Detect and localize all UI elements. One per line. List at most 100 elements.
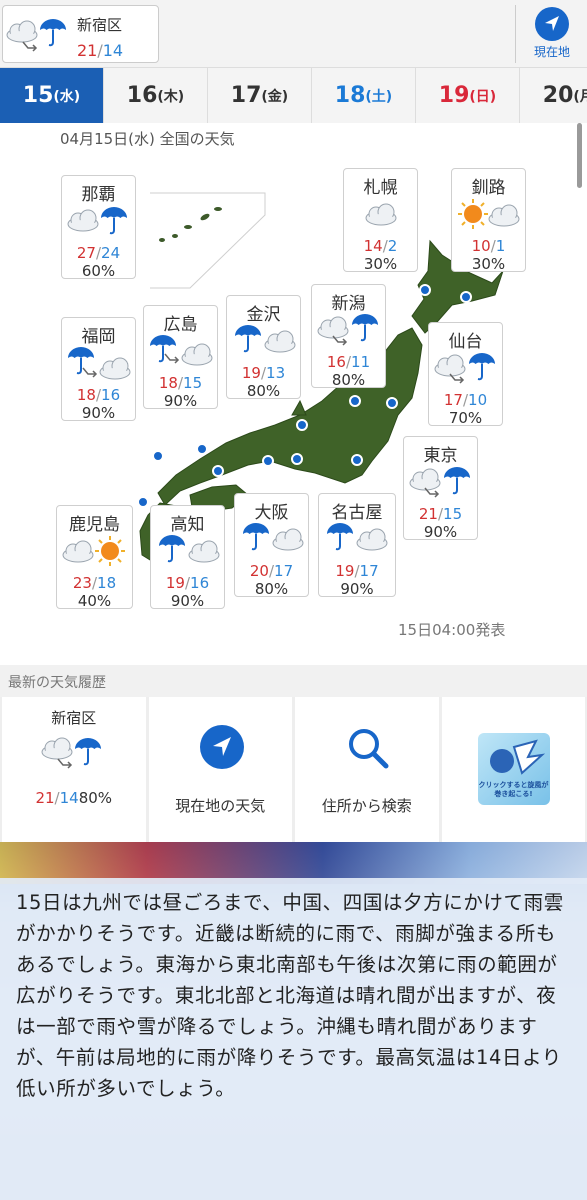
- city-kochi[interactable]: 高知 19/16 90%: [150, 505, 225, 610]
- city-temps: 21/15: [418, 505, 463, 523]
- location-name: 新宿区: [77, 16, 123, 34]
- tab-day: 17: [230, 83, 262, 108]
- city-low: 15: [443, 505, 463, 523]
- city-name: 福岡: [81, 327, 116, 347]
- date-tabs: 15(水) 16(木) 17(金) 18(土) 19(日) 20(月): [0, 68, 587, 123]
- tab-dow: (日): [469, 88, 497, 105]
- city-osaka[interactable]: 大阪 20/17 80%: [234, 493, 309, 598]
- promo-banner[interactable]: クリックすると旋風が巻き起こる!: [441, 697, 585, 842]
- city-hiroshima[interactable]: 広島 18/15 90%: [143, 305, 218, 410]
- city-high: 18: [158, 374, 178, 392]
- city-precip: 80%: [246, 382, 281, 400]
- forecast-text: 15日は九州では昼ごろまで、中国、四国は夕方にかけて雨雲がかかりそうです。近畿は…: [16, 891, 564, 1100]
- rain-then-cloudy-icon: [242, 522, 304, 551]
- city-high: 10: [471, 237, 491, 255]
- city-kushiro[interactable]: 釧路 10/1 30%: [451, 168, 526, 273]
- city-fukuoka[interactable]: 福岡 18/16 90%: [61, 317, 136, 422]
- tab-day-17[interactable]: 17 (金): [208, 68, 312, 123]
- tab-day-16[interactable]: 16 (木): [104, 68, 208, 123]
- city-sapporo[interactable]: 札幌 14/2 30%: [343, 168, 418, 273]
- history-precip: 80%: [78, 789, 113, 807]
- rain-then-cloudy-icon: [158, 534, 220, 563]
- city-high: 18: [76, 386, 96, 404]
- tab-dow: (月): [573, 88, 587, 105]
- tab-day: 20: [542, 83, 574, 108]
- national-weather-map: 04月15日(水) 全国の天気 那覇 27/24 60% 札幌 14/2 30%…: [0, 123, 587, 663]
- location-arrow-icon: [535, 7, 569, 41]
- issued-time: 15日04:00発表: [398, 621, 506, 639]
- location-temps: 21/14: [77, 41, 124, 60]
- cloudy-icon: [365, 203, 397, 226]
- banner-character-icon: クリックすると旋風が巻き起こる!: [477, 733, 550, 805]
- city-precip: 80%: [331, 371, 366, 389]
- city-high: 21: [418, 505, 438, 523]
- history-low: 14: [59, 789, 79, 807]
- tab-dow: (水): [53, 88, 81, 105]
- history-location-name: 新宿区: [51, 709, 97, 727]
- city-precip: 90%: [163, 392, 198, 410]
- city-temps: 19/13: [241, 364, 286, 382]
- city-high: 17: [443, 391, 463, 409]
- history-row: 新宿区 21/1480% 現在地の天気 住所から検索 クリックすると旋風が巻き起…: [0, 697, 587, 842]
- city-high: 19: [241, 364, 261, 382]
- city-precip: 60%: [81, 262, 116, 280]
- city-low: 2: [387, 237, 398, 255]
- map-title: 04月15日(水) 全国の天気: [60, 130, 235, 148]
- city-high: 19: [165, 574, 185, 592]
- cloudy-then-rain-icon: [409, 466, 471, 498]
- city-temps: 18/16: [76, 386, 121, 404]
- city-low: 17: [274, 562, 294, 580]
- scrollbar[interactable]: [577, 123, 582, 188]
- cloudy-then-rain-icon: [67, 206, 128, 235]
- city-precip: 90%: [170, 592, 205, 610]
- city-nagoya[interactable]: 名古屋 19/17 90%: [318, 493, 396, 598]
- city-low: 1: [495, 237, 506, 255]
- current-weather-button[interactable]: 現在地の天気: [148, 697, 292, 842]
- city-temps: 14/2: [363, 237, 398, 255]
- address-search-label: 住所から検索: [321, 797, 412, 815]
- city-sendai[interactable]: 仙台 17/10 70%: [428, 322, 503, 427]
- current-location-label: 現在地: [533, 45, 570, 59]
- history-header: 最新の天気履歴: [0, 665, 587, 697]
- tab-dow: (土): [365, 88, 393, 105]
- city-kanazawa[interactable]: 金沢 19/13 80%: [226, 295, 301, 400]
- city-low: 10: [468, 391, 488, 409]
- city-low: 24: [101, 244, 121, 262]
- tab-day: 15: [22, 83, 54, 108]
- address-search-button[interactable]: 住所から検索: [295, 697, 439, 842]
- city-low: 11: [351, 353, 371, 371]
- location-card[interactable]: 新宿区 21/14: [2, 5, 159, 63]
- city-name: 那覇: [81, 185, 116, 205]
- history-location-card[interactable]: 新宿区 21/1480%: [2, 697, 146, 842]
- tab-day: 19: [438, 83, 470, 108]
- city-high: 27: [76, 244, 96, 262]
- city-precip: 90%: [340, 580, 374, 598]
- city-temps: 23/18: [72, 574, 117, 592]
- city-niigata[interactable]: 新潟 16/11 80%: [311, 284, 386, 389]
- tab-day: 18: [334, 83, 366, 108]
- city-precip: 30%: [363, 255, 398, 273]
- rain-then-cloudy-icon: [234, 324, 296, 353]
- location-high: 21: [77, 41, 98, 60]
- tab-day-18[interactable]: 18 (土): [312, 68, 416, 123]
- banner-text: クリックすると旋風が巻き起こる!: [478, 781, 549, 798]
- city-name: 広島: [163, 315, 198, 335]
- tab-day-15[interactable]: 15 (水): [0, 68, 104, 123]
- cloudy-then-sunny-icon: [62, 535, 126, 567]
- tab-day-20[interactable]: 20(月): [520, 68, 587, 123]
- city-precip: 80%: [254, 580, 289, 598]
- current-location-button[interactable]: 現在地: [515, 5, 587, 63]
- cloudy-then-rain-icon: [317, 313, 379, 346]
- city-naha[interactable]: 那覇 27/24 60%: [61, 175, 136, 280]
- city-precip: 70%: [448, 409, 483, 427]
- city-high: 23: [72, 574, 92, 592]
- history-high: 21: [35, 789, 55, 807]
- city-high: 16: [326, 353, 346, 371]
- tab-day-19[interactable]: 19 (日): [416, 68, 520, 123]
- city-temps: 17/10: [443, 391, 488, 409]
- city-low: 18: [97, 574, 117, 592]
- tab-dow: (金): [261, 88, 289, 105]
- city-kagoshima[interactable]: 鹿児島 23/18 40%: [56, 505, 133, 610]
- tab-dow: (木): [157, 88, 185, 105]
- city-tokyo[interactable]: 東京 21/15 90%: [403, 436, 478, 541]
